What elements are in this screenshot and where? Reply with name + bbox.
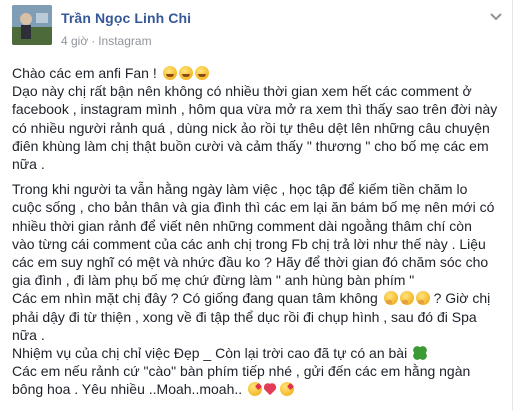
- body-line: có nhiều người rảnh quá , dùng nick ảo r…: [12, 119, 490, 136]
- paragraph-face: Các em nhìn mặt chị đây ? Có giống đang …: [12, 289, 506, 344]
- paragraph-mission: Nhiệm vụ của chị chỉ việc Đẹp _ Còn lại …: [12, 344, 506, 399]
- body-line: vào từng cái comment của các anh chị tro…: [12, 235, 486, 252]
- meta-separator: ·: [91, 34, 96, 48]
- body-line: gia đình , đi làm phụ bố mẹ chứ đừng làm…: [12, 272, 415, 289]
- thinking-face-icon: [399, 291, 414, 306]
- thinking-face-icon: [383, 291, 398, 306]
- body-line: Các em nhìn mặt chị đây ? Có giống đang …: [12, 290, 378, 307]
- body-line: facebook , instagram mình , hôm qua vừa …: [12, 101, 498, 118]
- body-line: bông hoa . Yêu nhiều ..Moah..moah..: [12, 381, 243, 398]
- post-time[interactable]: 4 giờ: [61, 34, 88, 48]
- body-line: các em suy nghĩ có mệt và nhức đầu ko ? …: [12, 254, 489, 271]
- body-line: nữa .: [12, 326, 45, 343]
- avatar-image: [12, 5, 52, 45]
- body-line: ? Giờ chị: [433, 290, 491, 307]
- chevron-down-icon[interactable]: [489, 12, 503, 22]
- body-line: cuộc sống , cho bản thân và gia đình thì…: [12, 199, 495, 216]
- kissing-face-icon: [248, 382, 263, 397]
- body-line: phải dậy đi từ thiện , xong về đi tập th…: [12, 308, 477, 325]
- paragraph-greeting: Chào các em anfi Fan ! Dạo này chị rất b…: [12, 64, 506, 173]
- four-leaf-clover-icon: [413, 346, 428, 361]
- body-line: Dạo này chị rất bận nên không có nhiều t…: [12, 83, 472, 100]
- kissing-face-icon: [280, 382, 295, 397]
- facebook-post: Trần Ngọc Linh Chi 4 giờ · Instagram Chà…: [0, 0, 513, 411]
- avatar[interactable]: [12, 5, 52, 45]
- grinning-face-icon: [178, 66, 193, 80]
- post-meta: 4 giờ · Instagram: [61, 34, 152, 48]
- grinning-face-icon: [162, 66, 177, 80]
- body-line: Trong khi người ta vẫn hằng ngày làm việ…: [12, 181, 468, 198]
- body-line: Nhiệm vụ của chị chỉ việc Đẹp _ Còn lại …: [12, 345, 408, 362]
- paragraph-work: Trong khi người ta vẫn hằng ngày làm việ…: [12, 180, 506, 289]
- author-name-link[interactable]: Trần Ngọc Linh Chi: [61, 10, 191, 26]
- post-body: Chào các em anfi Fan ! Dạo này chị rất b…: [12, 64, 506, 399]
- heart-icon: [264, 382, 278, 396]
- body-line: nhiều thời gian rảnh để viết nên những c…: [12, 217, 472, 234]
- thinking-face-icon: [415, 291, 430, 306]
- grinning-face-icon: [194, 66, 209, 80]
- body-line: Chào các em anfi Fan !: [12, 65, 157, 81]
- post-source: Instagram: [98, 34, 152, 48]
- body-line: nữa .: [12, 156, 45, 173]
- body-line: Các em nếu rảnh cứ "cào" bàn phím tiếp n…: [12, 363, 471, 380]
- body-line: điên khùng làm chị thật buồn cười và cảm…: [12, 137, 489, 154]
